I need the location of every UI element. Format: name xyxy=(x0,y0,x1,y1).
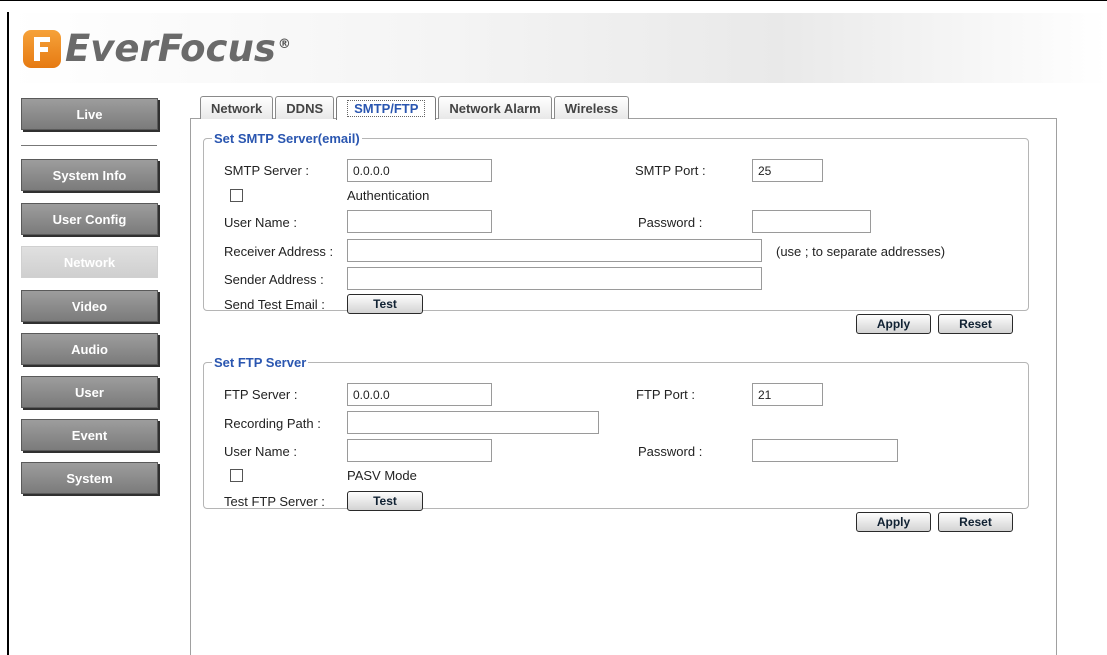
brand-name: EverFocus ® xyxy=(65,27,291,70)
ftp-test-button[interactable]: Test xyxy=(347,491,423,511)
tab-network[interactable]: Network xyxy=(200,96,274,119)
sidebar-item-live[interactable]: Live xyxy=(21,98,158,130)
ftp-password-label: Password : xyxy=(638,444,703,459)
sidebar-item-audio[interactable]: Audio xyxy=(21,333,158,365)
ftp-server-label: FTP Server : xyxy=(224,387,298,402)
tab-label: Network xyxy=(211,100,263,116)
tab-label: Wireless xyxy=(564,100,619,116)
sidebar-item-label: Network xyxy=(63,254,116,270)
ftp-reset-button[interactable]: Reset xyxy=(938,512,1013,532)
smtp-port-label: SMTP Port : xyxy=(635,163,706,178)
sidebar-item-label: Video xyxy=(71,298,108,314)
everfocus-logo-icon xyxy=(23,29,61,68)
ftp-port-label: FTP Port : xyxy=(636,387,695,402)
tab-bar: Network DDNS SMTP/FTP Network Alarm Wire… xyxy=(200,96,631,120)
sidebar-item-network[interactable]: Network xyxy=(21,246,158,278)
sidebar-item-user-config[interactable]: User Config xyxy=(21,203,158,235)
pasv-mode-checkbox[interactable] xyxy=(230,469,243,482)
smtp-password-label: Password : xyxy=(638,215,703,230)
smtp-password-input[interactable] xyxy=(752,210,871,233)
sidebar-item-label: Event xyxy=(71,427,108,443)
smtp-apply-button[interactable]: Apply xyxy=(856,314,931,334)
sidebar-divider xyxy=(21,145,157,146)
sidebar-item-user[interactable]: User xyxy=(21,376,158,408)
window-left-border xyxy=(7,12,9,655)
tab-label: DDNS xyxy=(286,100,324,116)
ftp-settings-group: Set FTP Server FTP Server : FTP Port : R… xyxy=(203,355,1029,511)
smtp-group-title: Set SMTP Server(email) xyxy=(214,131,360,146)
receiver-address-label: Receiver Address : xyxy=(224,244,334,259)
sender-address-label: Sender Address : xyxy=(224,272,324,287)
sidebar-item-label: System Info xyxy=(52,167,127,183)
recording-path-label: Recording Path : xyxy=(224,416,321,431)
header-banner: EverFocus ® xyxy=(9,13,1107,83)
window-top-border xyxy=(0,0,1107,12)
recording-path-input[interactable] xyxy=(347,411,599,434)
smtp-port-input[interactable] xyxy=(752,159,823,182)
ftp-port-input[interactable] xyxy=(752,383,823,406)
sidebar-item-system[interactable]: System xyxy=(21,462,158,494)
authentication-label: Authentication xyxy=(347,188,430,203)
sidebar-item-label: Audio xyxy=(71,341,108,357)
ftp-group-title: Set FTP Server xyxy=(214,355,307,370)
smtp-username-input[interactable] xyxy=(347,210,492,233)
ftp-server-input[interactable] xyxy=(347,383,492,406)
sidebar-item-video[interactable]: Video xyxy=(21,290,158,322)
smtp-server-input[interactable] xyxy=(347,159,492,182)
smtp-reset-button[interactable]: Reset xyxy=(938,314,1013,334)
receiver-address-input[interactable] xyxy=(347,239,762,262)
test-ftp-server-label: Test FTP Server : xyxy=(224,494,325,509)
ftp-password-input[interactable] xyxy=(752,439,898,462)
ftp-username-input[interactable] xyxy=(347,439,492,462)
sidebar-item-label: Live xyxy=(76,106,103,122)
sidebar-item-label: System xyxy=(66,470,113,486)
pasv-mode-label: PASV Mode xyxy=(347,468,417,483)
tab-wireless[interactable]: Wireless xyxy=(553,96,630,119)
sidebar-item-event[interactable]: Event xyxy=(21,419,158,451)
smtp-username-label: User Name : xyxy=(224,215,297,230)
brand-logo: EverFocus ® xyxy=(23,27,291,70)
smtp-settings-group: Set SMTP Server(email) SMTP Server : SMT… xyxy=(203,131,1029,314)
receiver-address-hint: (use ; to separate addresses) xyxy=(776,244,946,259)
tab-network-alarm[interactable]: Network Alarm xyxy=(438,96,552,119)
sidebar-item-label: User Config xyxy=(52,211,127,227)
ftp-apply-button[interactable]: Apply xyxy=(856,512,931,532)
sender-address-input[interactable] xyxy=(347,267,762,290)
smtp-test-button[interactable]: Test xyxy=(347,294,423,314)
ftp-username-label: User Name : xyxy=(224,444,297,459)
tab-label: SMTP/FTP xyxy=(347,100,426,117)
sidebar-item-label: User xyxy=(75,384,104,400)
authentication-checkbox[interactable] xyxy=(230,189,243,202)
tab-smtp-ftp[interactable]: SMTP/FTP xyxy=(336,96,437,120)
tab-label: Network Alarm xyxy=(449,100,541,116)
send-test-email-label: Send Test Email : xyxy=(224,297,325,312)
sidebar-item-system-info[interactable]: System Info xyxy=(21,159,158,191)
smtp-server-label: SMTP Server : xyxy=(224,163,310,178)
tab-ddns[interactable]: DDNS xyxy=(275,96,335,119)
